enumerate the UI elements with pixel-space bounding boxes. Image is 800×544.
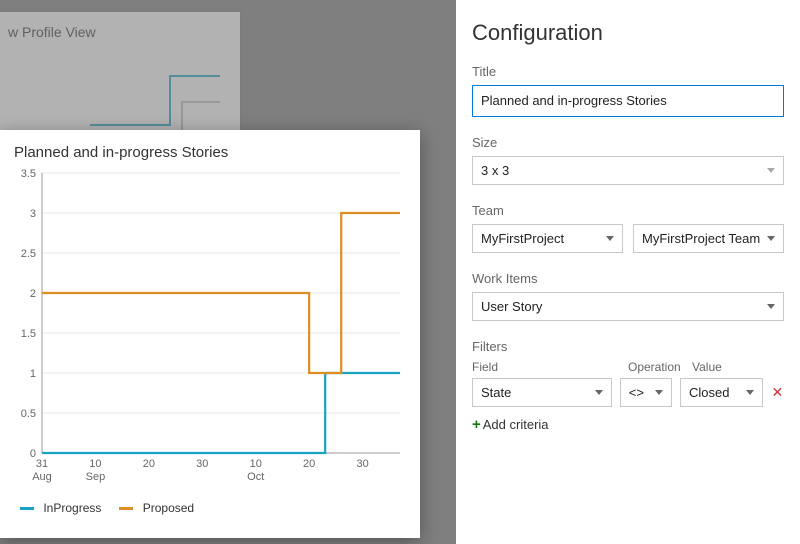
legend-label-proposed: Proposed [143, 501, 194, 515]
size-select[interactable]: 3 x 3 [472, 156, 784, 185]
svg-text:3: 3 [30, 208, 36, 220]
svg-text:31: 31 [36, 458, 48, 470]
size-select-value: 3 x 3 [481, 163, 509, 178]
chart-legend: InProgress Proposed [14, 501, 406, 515]
legend-label-inprogress: InProgress [43, 501, 101, 515]
svg-text:Sep: Sep [86, 471, 106, 483]
legend-item-inprogress: InProgress [20, 501, 101, 515]
chevron-down-icon [767, 236, 775, 241]
filters-col-operation: Operation [628, 360, 682, 374]
configuration-panel: Configuration Title Size 3 x 3 Team MyFi… [456, 0, 800, 544]
svg-text:Oct: Oct [247, 471, 264, 483]
filter-field-value: State [481, 385, 511, 400]
add-criteria-label: Add criteria [483, 417, 549, 432]
filter-operation-value: <> [629, 385, 644, 400]
workitems-value: User Story [481, 299, 542, 314]
workitems-label: Work Items [472, 271, 784, 286]
add-criteria-button[interactable]: + Add criteria [472, 417, 549, 432]
filters-col-field: Field [472, 360, 618, 374]
line-chart: 00.511.522.533.531Aug10Sep203010Oct2030 [14, 167, 406, 493]
chevron-down-icon [746, 390, 754, 395]
size-field-group: Size 3 x 3 [472, 135, 784, 185]
svg-text:2.5: 2.5 [21, 248, 36, 260]
team-label: Team [472, 203, 784, 218]
filter-row: State <> Closed ✕ [472, 378, 784, 407]
team-project-select[interactable]: MyFirstProject [472, 224, 623, 253]
team-field-group: Team MyFirstProject MyFirstProject Team [472, 203, 784, 253]
filters-columns-header: Field Operation Value [472, 360, 784, 374]
svg-text:2: 2 [30, 288, 36, 300]
legend-swatch-proposed [119, 507, 133, 510]
chevron-down-icon [767, 168, 775, 173]
team-project-value: MyFirstProject [481, 231, 564, 246]
svg-text:1.5: 1.5 [21, 328, 36, 340]
panel-heading: Configuration [472, 20, 784, 46]
chevron-down-icon [655, 390, 663, 395]
dashboard-area: w Profile View Planned and in-progress S… [0, 0, 456, 544]
svg-text:30: 30 [196, 458, 208, 470]
remove-filter-button[interactable]: ✕ [771, 384, 784, 401]
svg-text:3.5: 3.5 [21, 168, 36, 180]
legend-swatch-inprogress [20, 507, 34, 510]
svg-text:10: 10 [89, 458, 101, 470]
filter-operation-select[interactable]: <> [620, 378, 672, 407]
legend-item-proposed: Proposed [119, 501, 194, 515]
title-field-group: Title [472, 64, 784, 117]
title-input[interactable] [472, 85, 784, 117]
svg-text:30: 30 [356, 458, 368, 470]
svg-text:10: 10 [250, 458, 262, 470]
svg-text:0.5: 0.5 [21, 408, 36, 420]
workitems-field-group: Work Items User Story [472, 271, 784, 321]
filter-value-select[interactable]: Closed [680, 378, 763, 407]
svg-text:20: 20 [303, 458, 315, 470]
chevron-down-icon [606, 236, 614, 241]
chevron-down-icon [767, 304, 775, 309]
chart-area: 00.511.522.533.531Aug10Sep203010Oct2030 [14, 167, 406, 493]
chevron-down-icon [595, 390, 603, 395]
size-label: Size [472, 135, 784, 150]
svg-text:1: 1 [30, 368, 36, 380]
preview-chart-title: Planned and in-progress Stories [14, 144, 406, 161]
widget-preview-card: Planned and in-progress Stories 00.511.5… [0, 130, 420, 538]
plus-icon: + [472, 418, 481, 431]
team-name-value: MyFirstProject Team [642, 231, 760, 246]
filter-field-select[interactable]: State [472, 378, 612, 407]
filters-col-value: Value [692, 360, 784, 374]
filters-group: Filters Field Operation Value State <> C… [472, 339, 784, 434]
filters-label: Filters [472, 339, 784, 354]
team-name-select[interactable]: MyFirstProject Team [633, 224, 784, 253]
filter-value-value: Closed [689, 385, 729, 400]
workitems-select[interactable]: User Story [472, 292, 784, 321]
svg-text:20: 20 [143, 458, 155, 470]
title-label: Title [472, 64, 784, 79]
svg-text:Aug: Aug [32, 471, 52, 483]
